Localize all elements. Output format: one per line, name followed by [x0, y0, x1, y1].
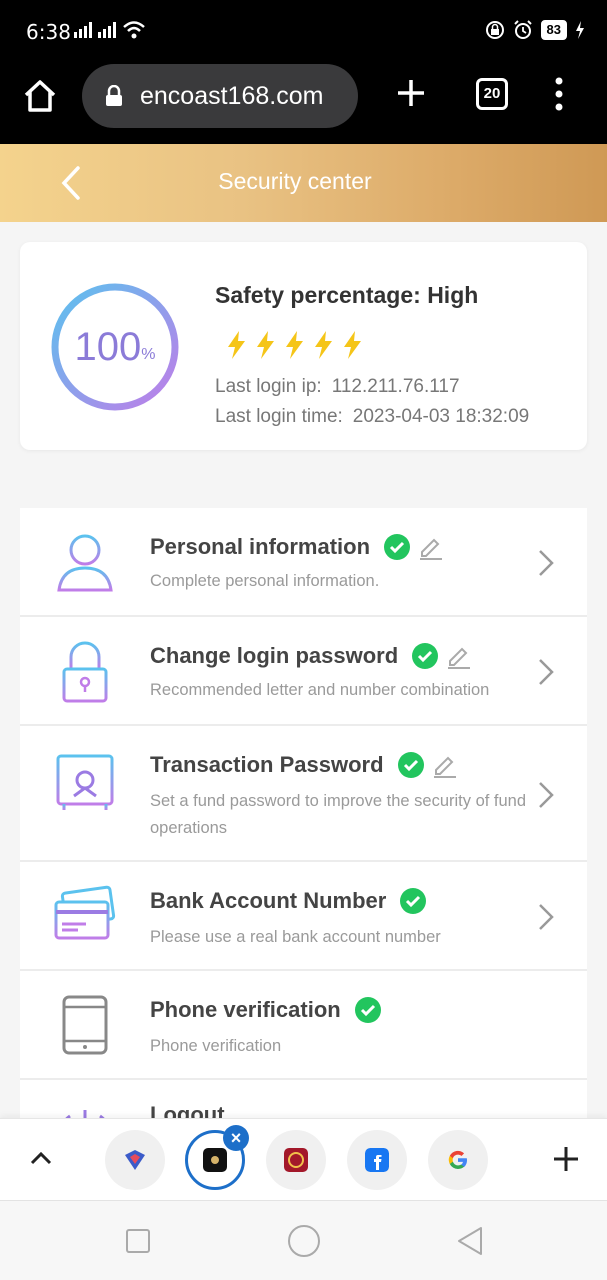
- charging-icon: [576, 21, 584, 39]
- page-title: Security center: [218, 168, 372, 194]
- tab-thumb-4[interactable]: [347, 1130, 407, 1190]
- recent-apps-button[interactable]: [126, 1229, 150, 1253]
- user-icon: [57, 534, 113, 592]
- signal-icon-2: [98, 22, 116, 38]
- back-nav-icon[interactable]: [455, 1225, 485, 1257]
- menu-description: Complete personal information.: [150, 572, 380, 590]
- alarm-icon: [513, 20, 532, 39]
- wifi-icon: [123, 21, 145, 39]
- site-favicon-icon: [284, 1148, 308, 1172]
- menu-transaction-password[interactable]: Transaction Password Set a fund password…: [20, 726, 587, 862]
- google-icon: [448, 1150, 467, 1170]
- bank-card-icon: [54, 885, 116, 940]
- lightning-icon: [315, 331, 332, 359]
- check-icon: [400, 888, 427, 914]
- status-time: 6:38: [26, 20, 71, 44]
- check-icon: [354, 997, 381, 1023]
- edit-pencil-icon[interactable]: [432, 752, 458, 778]
- tab-thumb-5[interactable]: [428, 1130, 488, 1190]
- tabs-switcher-button[interactable]: 20: [476, 78, 508, 110]
- safety-level: [225, 330, 364, 360]
- lightning-icon: [286, 331, 303, 359]
- menu-description: Recommended letter and number combinatio…: [150, 681, 490, 699]
- home-nav-button[interactable]: [288, 1225, 320, 1257]
- safety-title: Safety percentage: High: [215, 282, 479, 308]
- menu-change-login-password[interactable]: Change login password Recommended letter…: [20, 617, 587, 726]
- close-tab-icon[interactable]: ×: [223, 1125, 249, 1151]
- padlock-icon: [62, 641, 108, 703]
- battery-level: 83: [540, 20, 567, 40]
- menu-title: Personal information: [150, 534, 371, 559]
- home-icon[interactable]: [22, 78, 58, 114]
- facebook-icon: [365, 1148, 389, 1172]
- menu-description: Please use a real bank account number: [150, 928, 441, 946]
- check-icon: [412, 643, 439, 669]
- lightning-icon: [344, 331, 361, 359]
- lock-icon: [106, 85, 122, 106]
- menu-description: Phone verification: [150, 1037, 282, 1055]
- chevron-right-icon: [539, 550, 554, 576]
- menu-title: Change login password: [150, 643, 399, 668]
- signal-icon: [74, 22, 92, 38]
- browser-toolbar: encoast168.com 20: [0, 64, 607, 144]
- status-bar: 6:38 83: [0, 0, 607, 64]
- safe-icon: [56, 754, 114, 810]
- url-text: encoast168.com: [140, 81, 324, 110]
- tab-thumb-3[interactable]: [266, 1130, 326, 1190]
- add-tab-icon[interactable]: [552, 1145, 580, 1173]
- safety-percent: 100: [74, 324, 142, 369]
- menu-description: Set a fund password to improve the secur…: [150, 792, 527, 837]
- lock-rotation-icon: [485, 21, 504, 39]
- site-favicon-icon: [203, 1148, 227, 1172]
- page-header: Security center: [0, 144, 607, 222]
- chevron-right-icon: [539, 782, 554, 808]
- security-menu-list: Personal information Complete personal i…: [20, 508, 587, 1165]
- chevron-right-icon: [539, 904, 554, 930]
- menu-bank-account-number[interactable]: Bank Account Number Please use a real ba…: [20, 862, 587, 971]
- chevron-up-icon[interactable]: [28, 1145, 54, 1171]
- new-tab-icon[interactable]: [396, 78, 426, 108]
- menu-title: Bank Account Number: [150, 888, 387, 913]
- last-login-ip: Last login ip: 112.211.76.117: [215, 376, 460, 397]
- percent-sign: %: [141, 346, 156, 363]
- last-login-time: Last login time: 2023-04-03 18:32:09: [215, 406, 530, 427]
- menu-title: Transaction Password: [150, 752, 384, 777]
- phone-icon: [62, 995, 108, 1055]
- lightning-icon: [228, 331, 245, 359]
- menu-phone-verification[interactable]: Phone verification Phone verification: [20, 971, 587, 1080]
- edit-pencil-icon[interactable]: [418, 534, 444, 560]
- edit-pencil-icon[interactable]: [446, 643, 472, 669]
- check-icon: [397, 752, 424, 778]
- more-menu-icon[interactable]: [552, 76, 566, 112]
- tab-group-strip: ×: [0, 1118, 607, 1200]
- lightning-icon: [257, 331, 274, 359]
- check-icon: [384, 534, 411, 560]
- system-nav-bar: [0, 1200, 607, 1280]
- site-favicon-icon: [125, 1150, 145, 1170]
- address-bar[interactable]: encoast168.com: [82, 64, 358, 128]
- menu-title: Phone verification: [150, 997, 341, 1022]
- tab-thumb-1[interactable]: [105, 1130, 165, 1190]
- menu-personal-information[interactable]: Personal information Complete personal i…: [20, 508, 587, 617]
- safety-card: 100 % Safety percentage: High Last login…: [20, 242, 587, 450]
- chevron-right-icon: [539, 659, 554, 685]
